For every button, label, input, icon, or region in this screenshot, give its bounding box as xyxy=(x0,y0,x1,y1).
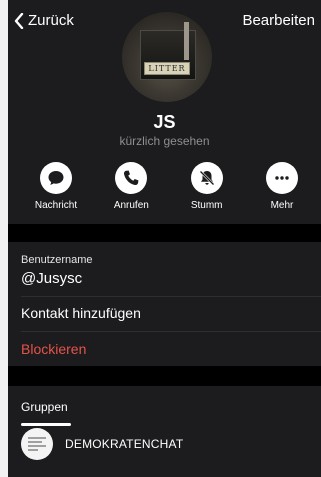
username-value[interactable]: @Jusysc xyxy=(21,270,82,287)
tab-indicator xyxy=(21,423,71,426)
call-button[interactable]: Anrufen xyxy=(99,162,163,211)
more-label: Mehr xyxy=(270,200,294,211)
tab-bar: Gruppen xyxy=(8,386,321,426)
more-dots-icon xyxy=(275,176,289,180)
call-label: Anrufen xyxy=(113,200,149,211)
add-contact-button[interactable]: Kontakt hinzufügen xyxy=(21,305,141,321)
mute-label: Stumm xyxy=(190,200,223,211)
bell-slash-icon xyxy=(199,170,215,186)
section-divider xyxy=(8,366,321,386)
group-avatar xyxy=(21,428,53,460)
back-label: Zurück xyxy=(28,12,74,29)
message-button[interactable]: Nachricht xyxy=(24,162,88,211)
chevron-left-icon xyxy=(14,12,24,29)
section-divider xyxy=(8,224,321,242)
separator xyxy=(21,296,321,297)
action-bar: Nachricht Anrufen Stumm Mehr xyxy=(24,162,314,211)
phone-icon xyxy=(124,170,139,186)
avatar-rod xyxy=(184,22,189,60)
mute-button[interactable]: Stumm xyxy=(175,162,239,211)
avatar-plate: LITTER xyxy=(144,62,190,75)
list-item-group[interactable]: DEMOKRATENCHAT xyxy=(21,428,183,460)
contact-name: JS xyxy=(153,112,176,132)
back-button[interactable]: Zurück xyxy=(14,12,74,29)
left-edge xyxy=(0,0,8,477)
separator xyxy=(21,331,321,332)
avatar[interactable]: LITTER xyxy=(122,12,212,102)
chat-bubble-icon xyxy=(48,171,64,185)
message-label: Nachricht xyxy=(34,200,78,211)
profile-screen: Zurück Bearbeiten LITTER JS kürzlich ges… xyxy=(8,0,321,477)
edit-button[interactable]: Bearbeiten xyxy=(242,12,315,29)
group-name: DEMOKRATENCHAT xyxy=(65,437,184,451)
username-label: Benutzername xyxy=(21,254,93,266)
tab-groups[interactable]: Gruppen xyxy=(21,400,68,414)
last-seen-status: kürzlich gesehen xyxy=(119,134,210,148)
more-button[interactable]: Mehr xyxy=(250,162,314,211)
block-button[interactable]: Blockieren xyxy=(21,341,86,357)
